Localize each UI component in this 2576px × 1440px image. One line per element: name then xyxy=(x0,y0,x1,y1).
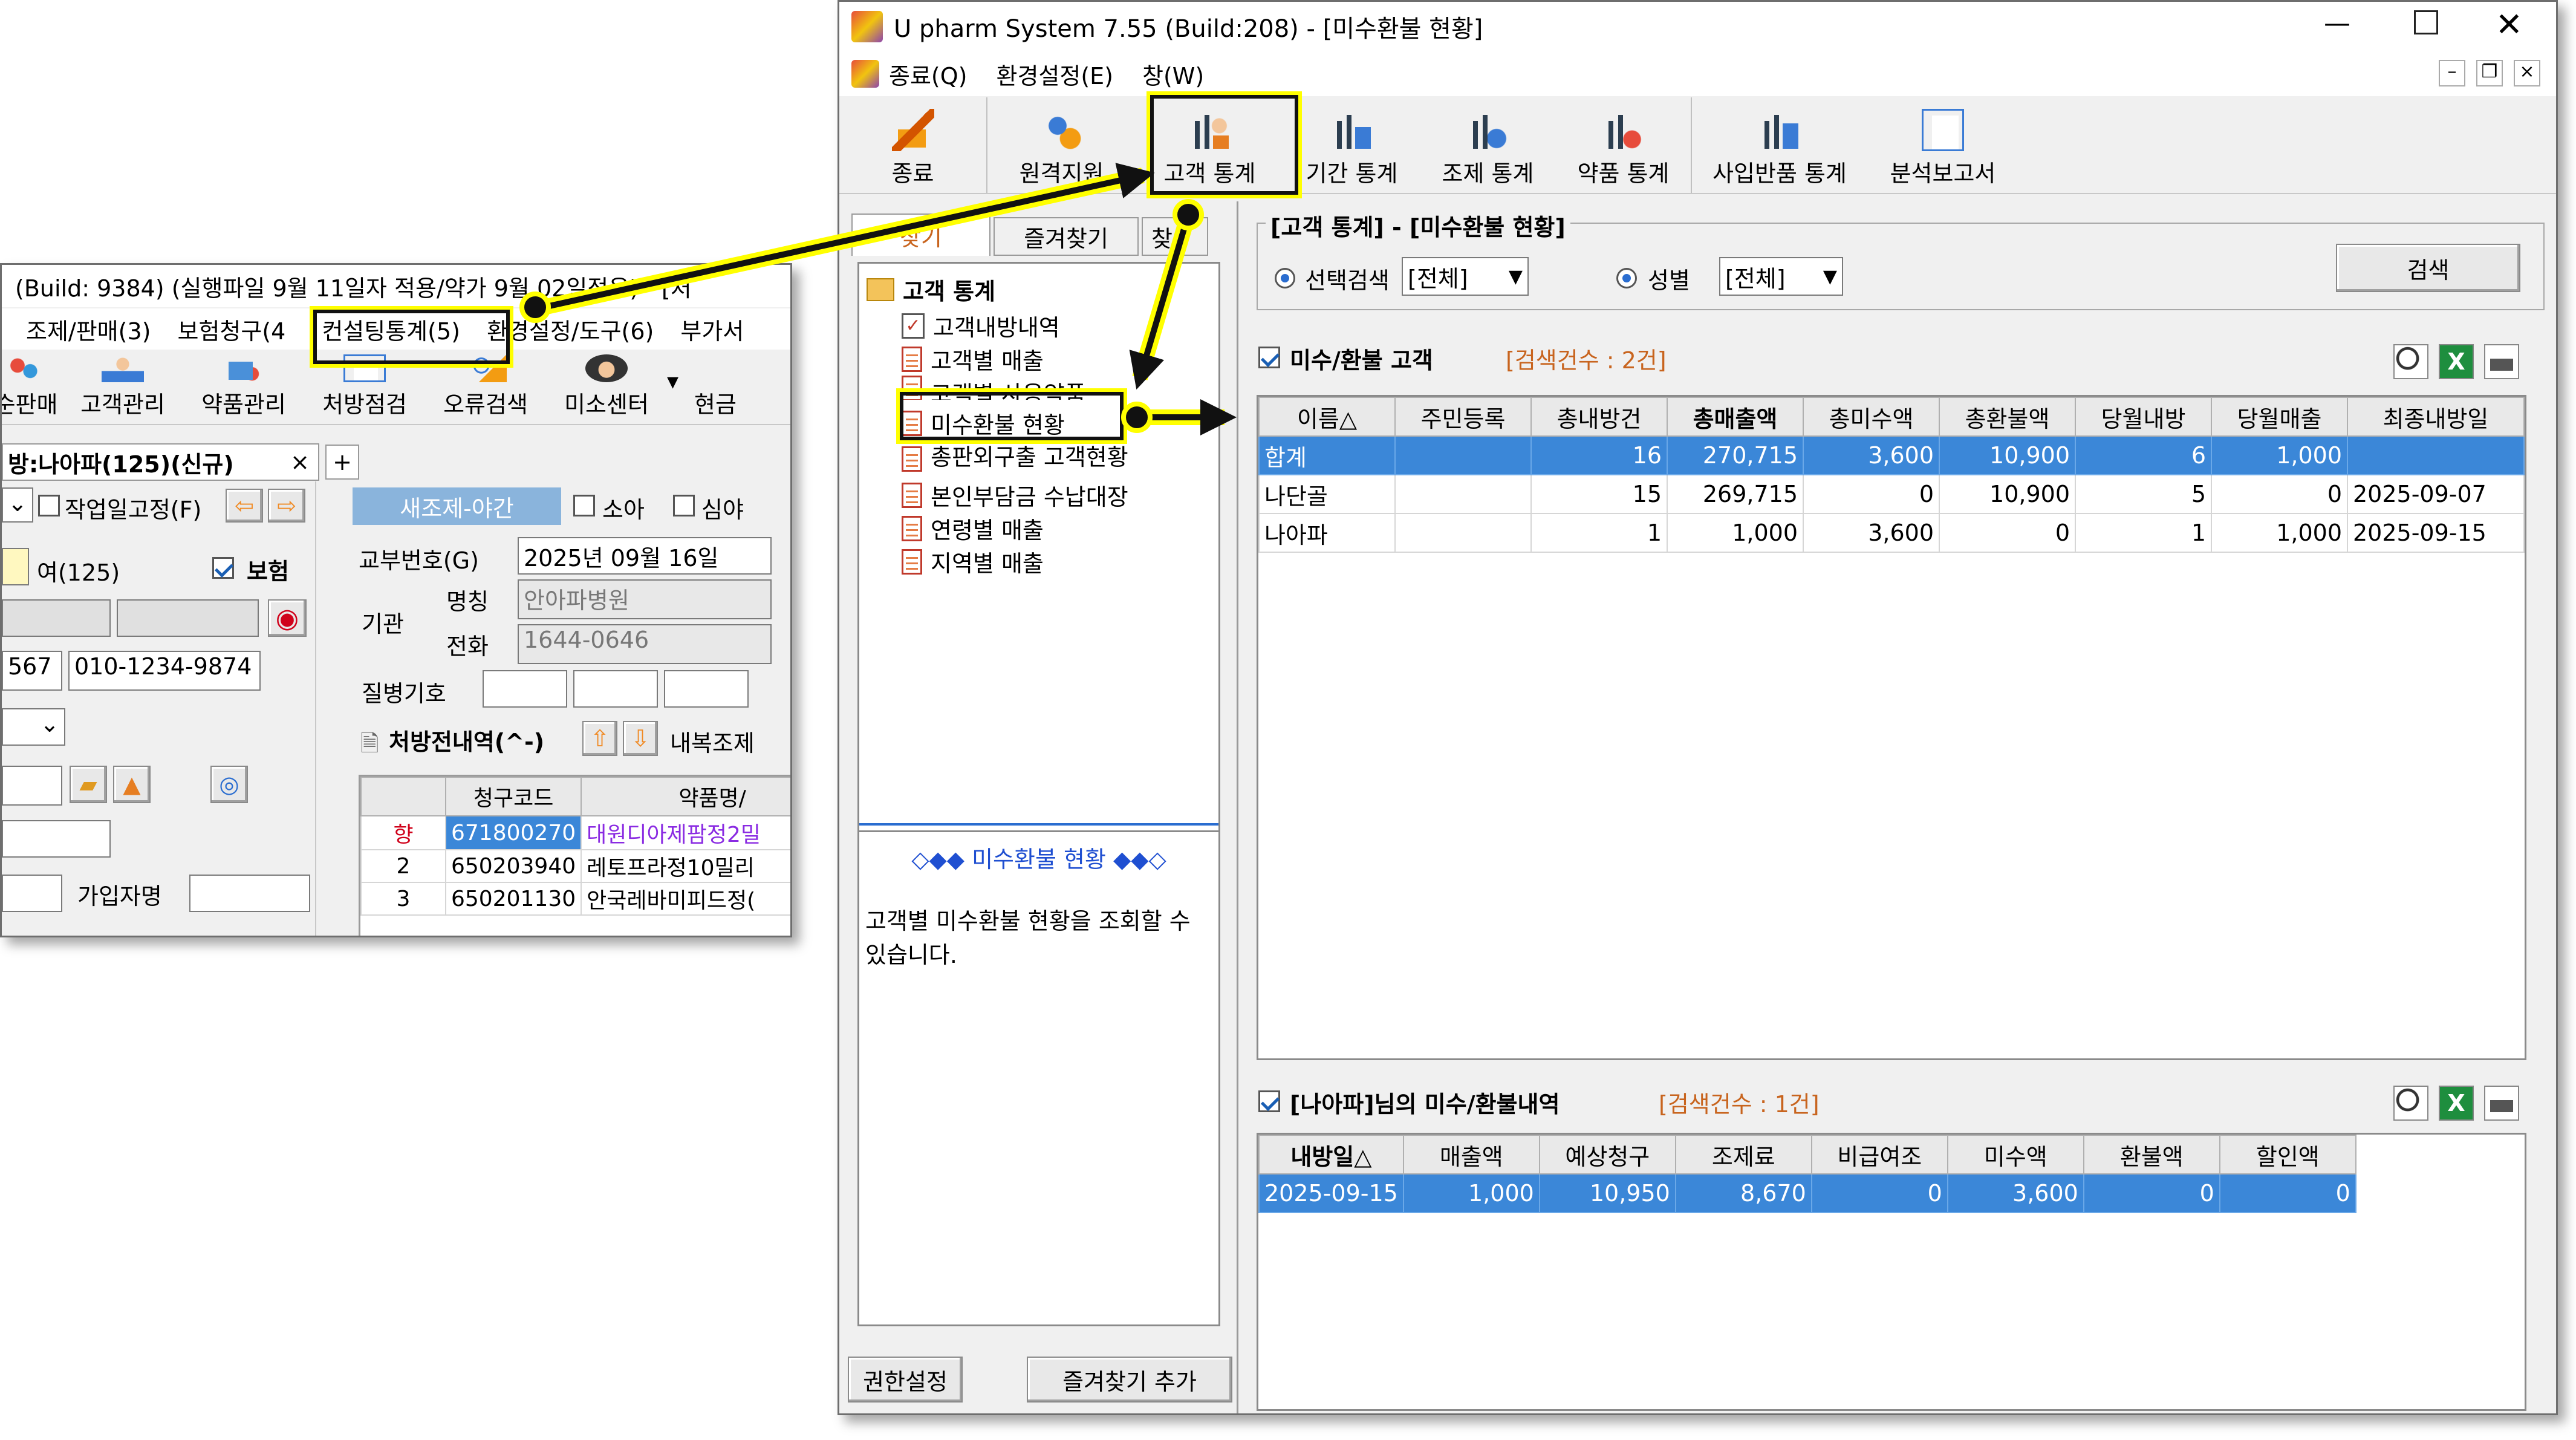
arrow-menu-to-tool xyxy=(519,163,1155,323)
guide-arrows xyxy=(519,163,1237,435)
arrow-tool-to-tree-item xyxy=(1129,199,1204,390)
arrow-tree-item-to-grid xyxy=(1121,399,1237,435)
